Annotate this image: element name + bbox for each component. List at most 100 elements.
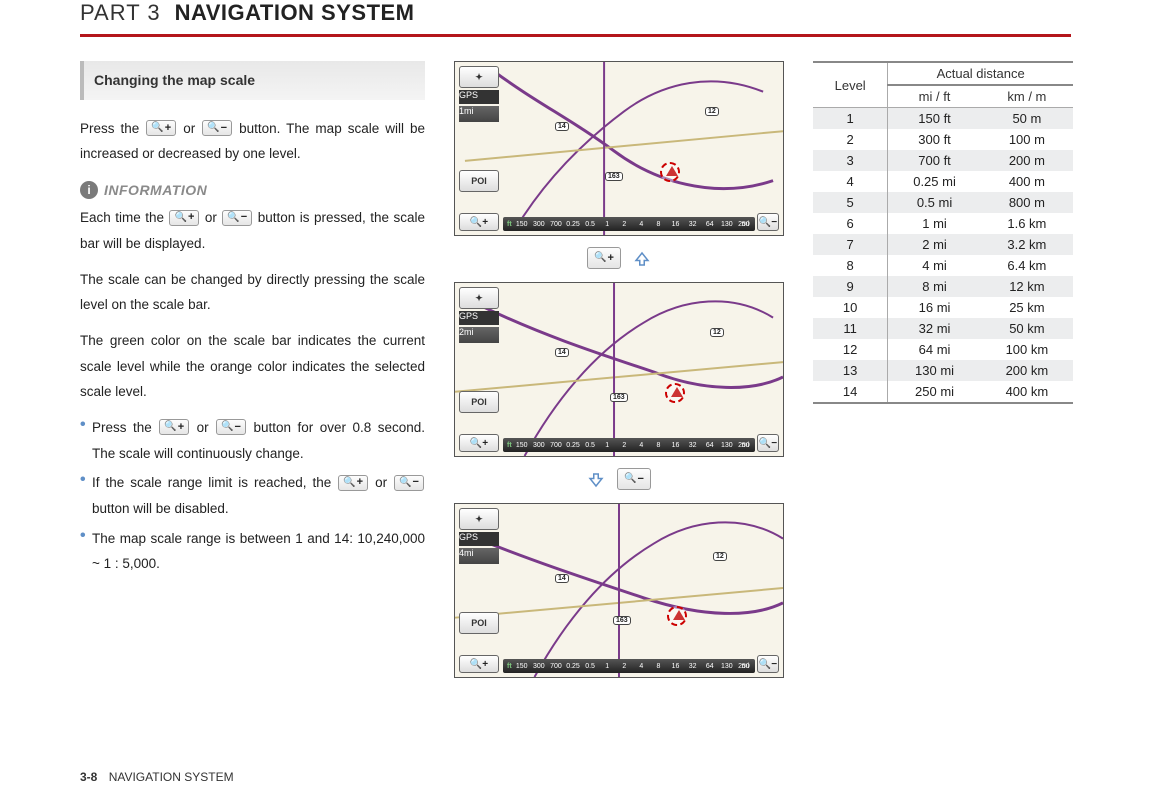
- info-bullet-3: The map scale range is between 1 and 14:…: [80, 526, 425, 577]
- zoom-out-button[interactable]: 🔍−: [757, 434, 779, 452]
- table-cell: 3: [813, 150, 888, 171]
- info-p3: The green color on the scale bar indicat…: [80, 328, 425, 405]
- route-shield: 14: [555, 574, 569, 583]
- info-icon: i: [80, 181, 98, 199]
- zoom-out-icon: 🔍−: [617, 468, 651, 490]
- table-cell: 6.4 km: [981, 255, 1073, 276]
- table-header-mi: mi / ft: [888, 85, 981, 108]
- table-cell: 11: [813, 318, 888, 339]
- zoom-out-button[interactable]: 🔍−: [757, 655, 779, 673]
- route-shield: 163: [613, 616, 631, 625]
- intro-paragraph: Press the 🔍+ or 🔍− button. The map scale…: [80, 116, 425, 167]
- table-cell: 13: [813, 360, 888, 381]
- table-cell: 200 km: [981, 360, 1073, 381]
- table-cell: 1: [813, 108, 888, 130]
- route-shield: 14: [555, 122, 569, 131]
- header-rule: [80, 34, 1071, 37]
- compass-button[interactable]: ✦: [459, 508, 499, 530]
- table-row: 13130 mi200 km: [813, 360, 1073, 381]
- table-cell: 10: [813, 297, 888, 318]
- table-cell: 5: [813, 192, 888, 213]
- compass-button[interactable]: ✦: [459, 66, 499, 88]
- scale-bar[interactable]: ft 1503007000.250.51248163264130250 mi: [503, 217, 755, 231]
- table-cell: 2 mi: [888, 234, 981, 255]
- map-screenshot-1: 14 12 163 ✦ GPS 1mi POI 🔍+ 🔍− ft 1503007…: [454, 61, 784, 236]
- table-cell: 12 km: [981, 276, 1073, 297]
- table-row: 98 mi12 km: [813, 276, 1073, 297]
- table-cell: 250 mi: [888, 381, 981, 403]
- scale-label: 4mi: [459, 548, 499, 564]
- footer-label: NAVIGATION SYSTEM: [109, 770, 234, 784]
- table-row: 84 mi6.4 km: [813, 255, 1073, 276]
- scale-label: 2mi: [459, 327, 499, 343]
- zoom-in-icon: 🔍+: [587, 247, 621, 269]
- zoom-in-icon: 🔍+: [169, 210, 199, 226]
- table-row: 61 mi1.6 km: [813, 213, 1073, 234]
- table-cell: 9: [813, 276, 888, 297]
- gps-indicator: GPS: [459, 532, 499, 546]
- zoom-in-icon: 🔍+: [146, 120, 176, 136]
- scale-bar[interactable]: ft 1503007000.250.51248163264130250 mi: [503, 438, 755, 452]
- info-p2: The scale can be changed by directly pre…: [80, 267, 425, 318]
- table-cell: 400 m: [981, 171, 1073, 192]
- table-header-distance: Actual distance: [888, 62, 1073, 85]
- arrow-up-icon: [632, 249, 652, 269]
- part-label: PART 3: [80, 0, 161, 26]
- section-heading: Changing the map scale: [80, 61, 425, 100]
- table-cell: 1.6 km: [981, 213, 1073, 234]
- zoom-in-icon: 🔍+: [159, 419, 189, 435]
- table-cell: 100 km: [981, 339, 1073, 360]
- zoom-in-button[interactable]: 🔍+: [459, 213, 499, 231]
- arrow-down-icon: [586, 470, 606, 490]
- gps-indicator: GPS: [459, 311, 499, 325]
- table-cell: 150 ft: [888, 108, 981, 130]
- table-cell: 4: [813, 171, 888, 192]
- page-number: 3-8: [80, 770, 97, 784]
- poi-button[interactable]: POI: [459, 391, 499, 413]
- table-cell: 130 mi: [888, 360, 981, 381]
- table-cell: 14: [813, 381, 888, 403]
- table-cell: 12: [813, 339, 888, 360]
- poi-button[interactable]: POI: [459, 612, 499, 634]
- zoom-in-icon: 🔍+: [338, 475, 368, 491]
- table-cell: 300 ft: [888, 129, 981, 150]
- intro-pre: Press the: [80, 121, 145, 136]
- zoom-in-button[interactable]: 🔍+: [459, 434, 499, 452]
- table-cell: 32 mi: [888, 318, 981, 339]
- poi-button[interactable]: POI: [459, 170, 499, 192]
- table-row: 2300 ft100 m: [813, 129, 1073, 150]
- table-cell: 50 m: [981, 108, 1073, 130]
- table-row: 1150 ft50 m: [813, 108, 1073, 130]
- zoom-out-icon: 🔍−: [222, 210, 252, 226]
- table-row: 1264 mi100 km: [813, 339, 1073, 360]
- table-cell: 0.5 mi: [888, 192, 981, 213]
- page-footer: 3-8 NAVIGATION SYSTEM: [80, 770, 234, 784]
- zoom-out-icon: 🔍−: [216, 419, 246, 435]
- table-cell: 200 m: [981, 150, 1073, 171]
- table-row: 14250 mi400 km: [813, 381, 1073, 403]
- zoom-out-icon: 🔍−: [394, 475, 424, 491]
- table-row: 1016 mi25 km: [813, 297, 1073, 318]
- table-row: 3700 ft200 m: [813, 150, 1073, 171]
- table-cell: 6: [813, 213, 888, 234]
- table-cell: 0.25 mi: [888, 171, 981, 192]
- route-shield: 12: [710, 328, 724, 337]
- zoom-in-button[interactable]: 🔍+: [459, 655, 499, 673]
- table-row: 72 mi3.2 km: [813, 234, 1073, 255]
- zoom-out-icon: 🔍−: [202, 120, 232, 136]
- zoom-out-button[interactable]: 🔍−: [757, 213, 779, 231]
- compass-button[interactable]: ✦: [459, 287, 499, 309]
- route-shield: 163: [605, 172, 623, 181]
- table-cell: 16 mi: [888, 297, 981, 318]
- table-row: 50.5 mi800 m: [813, 192, 1073, 213]
- table-cell: 50 km: [981, 318, 1073, 339]
- table-header-km: km / m: [981, 85, 1073, 108]
- table-cell: 1 mi: [888, 213, 981, 234]
- scale-bar[interactable]: ft 1503007000.250.51248163264130250 mi: [503, 659, 755, 673]
- table-cell: 700 ft: [888, 150, 981, 171]
- table-cell: 8 mi: [888, 276, 981, 297]
- info-bullet-2: If the scale range limit is reached, the…: [80, 470, 425, 521]
- map-screenshot-3: 14 12 163 ✦ GPS 4mi POI 🔍+ 🔍− ft 1503007…: [454, 503, 784, 678]
- route-shield: 12: [705, 107, 719, 116]
- page-title: NAVIGATION SYSTEM: [175, 0, 415, 26]
